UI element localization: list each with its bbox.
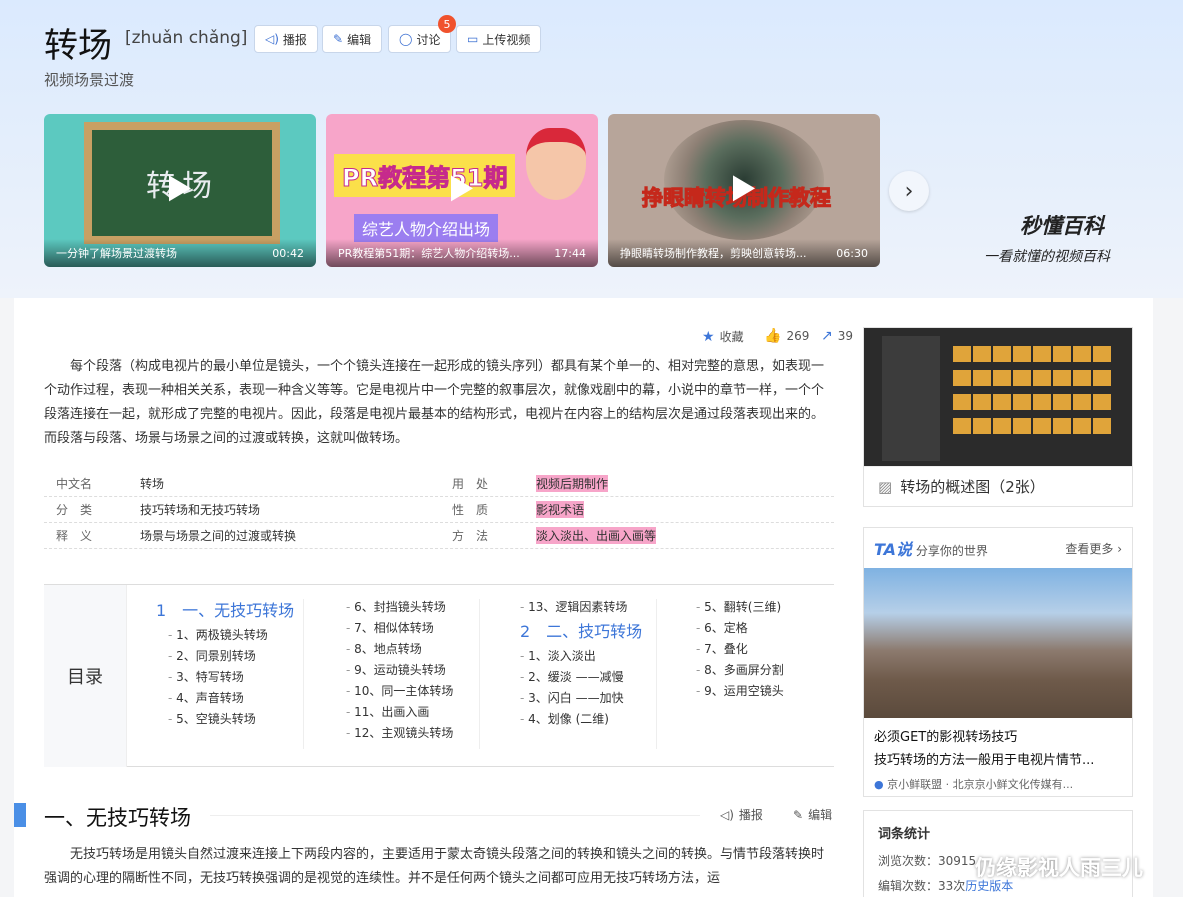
toc-link[interactable]: 6、封挡镜头转场 <box>346 597 453 618</box>
watermark: 仍缘影视人雨三儿 <box>975 856 1143 880</box>
video-camera-icon: ▭ <box>467 32 479 46</box>
section-title: 一、无技巧转场 <box>44 806 191 830</box>
video-caption-bar: 挣眼睛转场制作教程，剪映创意转场... 06:30 <box>608 239 880 267</box>
header-banner: 转场 [zhuǎn chǎng] ◁) 播报 ✎ 编辑 ◯ 讨论 5 ▭ 上传视频 视频… <box>0 0 1183 298</box>
toc-link[interactable]: 5、翻转(三维) <box>696 597 784 618</box>
ta-image <box>864 568 1132 718</box>
toc-link[interactable]: 5、空镜头转场 <box>156 709 294 730</box>
brand-slogan: 一看就懂的视频百科 <box>984 249 1110 265</box>
toc-link[interactable]: 7、相似体转场 <box>346 618 453 639</box>
toc-divider <box>303 599 304 749</box>
video-card[interactable]: 挣眼睛转场制作教程 挣眼睛转场制作教程，剪映创意转场... 06:30 <box>608 114 880 267</box>
ta-title[interactable]: 必须GET的影视转场技巧 <box>864 718 1132 745</box>
toc-link[interactable]: 12、主观镜头转场 <box>346 723 453 744</box>
toc-link[interactable]: 9、运用空镜头 <box>696 681 784 702</box>
image-icon: ▨ <box>878 477 893 496</box>
thumbnail-banner: PR教程第51期 <box>334 154 516 197</box>
see-more-link[interactable]: 查看更多 › <box>1065 540 1122 557</box>
toc-divider <box>656 599 657 749</box>
thumbs-up-icon: 👍 <box>764 328 782 344</box>
section-divider <box>210 815 700 816</box>
toc-link[interactable]: 2、缓淡 ——减慢 <box>520 667 642 688</box>
toc-link[interactable]: 10、同一主体转场 <box>346 681 453 702</box>
pencil-icon: ✎ <box>333 32 344 46</box>
next-arrow-button[interactable]: › <box>889 171 929 211</box>
ta-logo: TA说 <box>874 540 913 559</box>
brand-logo: 秒懂百科 <box>1020 214 1104 238</box>
toc-link[interactable]: 4、声音转场 <box>156 688 294 709</box>
share-button[interactable]: ↗ 39 <box>821 328 853 344</box>
video-caption-bar: PR教程第51期：综艺人物介绍转场... 17:44 <box>326 239 598 267</box>
stats-title: 词条统计 <box>878 827 931 842</box>
section-broadcast-button[interactable]: ◁) 播报 <box>720 806 763 823</box>
collect-button[interactable]: ★ 收藏 <box>702 328 744 345</box>
discuss-count-badge: 5 <box>438 15 456 33</box>
play-icon <box>733 174 755 201</box>
info-row: 释 义场景与场景之间的过渡或转换方 法淡入淡出、出画入画等 <box>44 523 834 549</box>
upload-video-button[interactable]: ▭ 上传视频 <box>456 25 542 53</box>
broadcast-button[interactable]: ◁) 播报 <box>254 25 318 53</box>
page-title: 转场 <box>44 26 112 66</box>
toc-link[interactable]: 3、闪白 ——加快 <box>520 688 642 709</box>
gallery-caption: ▨ 转场的概述图（2张） <box>864 466 1132 506</box>
play-icon <box>169 174 191 201</box>
gallery-image <box>864 328 1132 466</box>
toc-link[interactable]: 1、淡入淡出 <box>520 646 642 667</box>
toc-column: 13、逻辑因素转场 2 二、技巧转场 1、淡入淡出 2、缓淡 ——减慢 3、闪白… <box>520 597 642 730</box>
toc-link[interactable]: 6、定格 <box>696 618 784 639</box>
toc-link[interactable]: 9、运动镜头转场 <box>346 660 453 681</box>
toc-link[interactable]: 3、特写转场 <box>156 667 294 688</box>
chevron-right-icon: › <box>904 178 914 204</box>
speaker-icon: ◁) <box>265 32 279 46</box>
gallery-card[interactable]: ▨ 转场的概述图（2张） <box>863 327 1133 507</box>
play-icon <box>451 174 473 201</box>
toc-link[interactable]: 8、多画屏分割 <box>696 660 784 681</box>
ta-header: TA说 分享你的世界 查看更多 › <box>874 540 1122 559</box>
toc-link[interactable]: 13、逻辑因素转场 <box>520 597 642 618</box>
like-button[interactable]: 👍 269 <box>764 328 809 344</box>
toc-label: 目录 <box>44 585 127 767</box>
transition-thumbnails <box>952 344 1127 440</box>
video-caption-bar: 一分钟了解场景过渡转场 00:42 <box>44 239 316 267</box>
section-marker <box>14 803 26 827</box>
toc-link[interactable]: 2、同景别转场 <box>156 646 294 667</box>
pencil-icon: ✎ <box>793 807 804 822</box>
toc-column: 5、翻转(三维) 6、定格 7、叠化 8、多画屏分割 9、运用空镜头 <box>696 597 784 702</box>
speaker-icon: ◁) <box>720 807 734 822</box>
editor-panel <box>882 336 940 461</box>
toc-link[interactable]: 8、地点转场 <box>346 639 453 660</box>
toc-link[interactable]: 7、叠化 <box>696 639 784 660</box>
cartoon-face <box>526 128 586 200</box>
page-subtitle: 视频场景过渡 <box>44 71 135 89</box>
toc-link[interactable]: 11、出画入画 <box>346 702 453 723</box>
share-icon: ↗ <box>821 328 833 344</box>
pinyin: [zhuǎn chǎng] <box>125 28 248 48</box>
edit-button[interactable]: ✎ 编辑 <box>322 25 383 53</box>
toc-heading-link[interactable]: 2 二、技巧转场 <box>520 618 642 646</box>
ta-source: ● 京小鲜联盟 · 北京京小鲜文化传媒有... <box>874 778 1074 791</box>
table-of-contents: 目录 1 一、无技巧转场 1、两极镜头转场 2、同景别转场 3、特写转场 4、声… <box>44 584 834 767</box>
toc-column: 1 一、无技巧转场 1、两极镜头转场 2、同景别转场 3、特写转场 4、声音转场… <box>156 597 294 730</box>
toc-link[interactable]: 4、划像 (二维) <box>520 709 642 730</box>
info-box: 中文名 转场用 处视频后期制作 分 类技巧转场和无技巧转场性 质影视术语 释 义场… <box>44 471 834 549</box>
toc-heading-link[interactable]: 1 一、无技巧转场 <box>156 597 294 625</box>
star-icon: ★ <box>702 328 715 345</box>
ta-card[interactable]: TA说 分享你的世界 查看更多 › 必须GET的影视转场技巧 技巧转场的方法一般… <box>863 527 1133 797</box>
toc-link[interactable]: 1、两极镜头转场 <box>156 625 294 646</box>
verified-icon: ● <box>874 778 884 791</box>
section-paragraph: 无技巧转场是用镜头自然过渡来连接上下两段内容的，主要适用于蒙太奇镜头段落之间的转… <box>44 847 825 886</box>
thumbnail-banner: 综艺人物介绍出场 <box>354 214 499 242</box>
ta-description: 技巧转场的方法一般用于电视片情节... <box>874 753 1095 768</box>
video-card[interactable]: PR教程第51期 综艺人物介绍出场 PR教程第51期：综艺人物介绍转场... 17… <box>326 114 598 267</box>
intro-paragraph: 每个段落（构成电视片的最小单位是镜头，一个个镜头连接在一起形成的镜头序列）都具有… <box>44 359 825 446</box>
toc-divider <box>479 599 480 749</box>
chat-icon: ◯ <box>399 32 413 46</box>
info-row: 分 类技巧转场和无技巧转场性 质影视术语 <box>44 497 834 523</box>
toc-column: 6、封挡镜头转场 7、相似体转场 8、地点转场 9、运动镜头转场 10、同一主体… <box>346 597 453 744</box>
info-row: 中文名 转场用 处视频后期制作 <box>44 471 834 497</box>
video-card[interactable]: 转场 一分钟了解场景过渡转场 00:42 <box>44 114 316 267</box>
section-edit-button[interactable]: ✎ 编辑 <box>793 806 832 823</box>
